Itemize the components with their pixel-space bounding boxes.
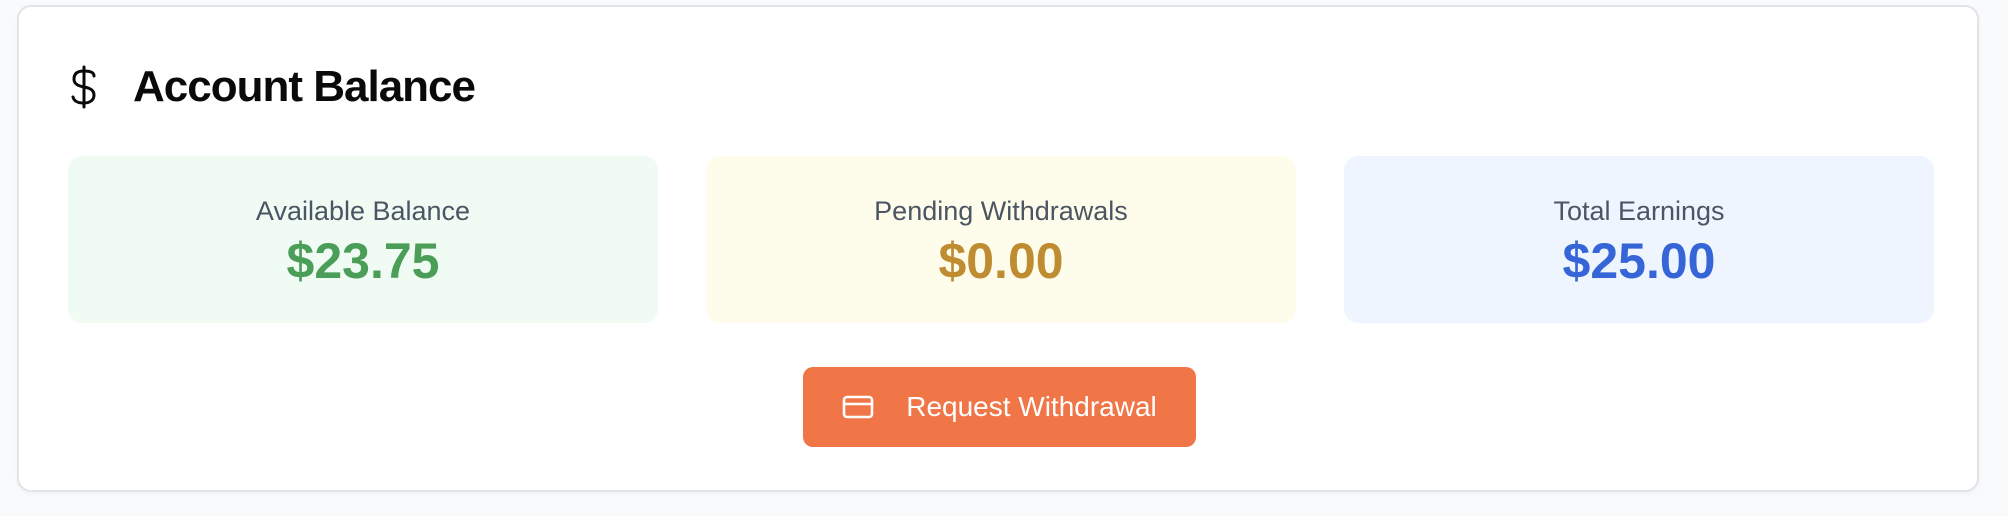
total-earnings-label: Total Earnings bbox=[1553, 196, 1725, 226]
available-balance-panel: Available Balance $23.75 bbox=[68, 156, 658, 323]
available-balance-label: Available Balance bbox=[255, 196, 471, 226]
pending-withdrawals-label: Pending Withdrawals bbox=[874, 196, 1128, 226]
pending-withdrawals-value: $0.00 bbox=[938, 233, 1064, 289]
page-title: Account Balance bbox=[133, 62, 476, 111]
credit-card-icon bbox=[842, 394, 876, 420]
card-header: Account Balance bbox=[69, 57, 476, 117]
total-earnings-panel: Total Earnings $25.00 bbox=[1344, 156, 1934, 323]
dollar-icon bbox=[69, 65, 109, 109]
account-balance-card: Account Balance Available Balance $23.75… bbox=[17, 5, 1979, 492]
pending-withdrawals-panel: Pending Withdrawals $0.00 bbox=[706, 156, 1296, 323]
available-balance-value: $23.75 bbox=[286, 233, 440, 289]
total-earnings-value: $25.00 bbox=[1562, 233, 1716, 289]
request-withdrawal-label: Request Withdrawal bbox=[906, 391, 1157, 422]
request-withdrawal-button[interactable]: Request Withdrawal bbox=[803, 367, 1196, 447]
